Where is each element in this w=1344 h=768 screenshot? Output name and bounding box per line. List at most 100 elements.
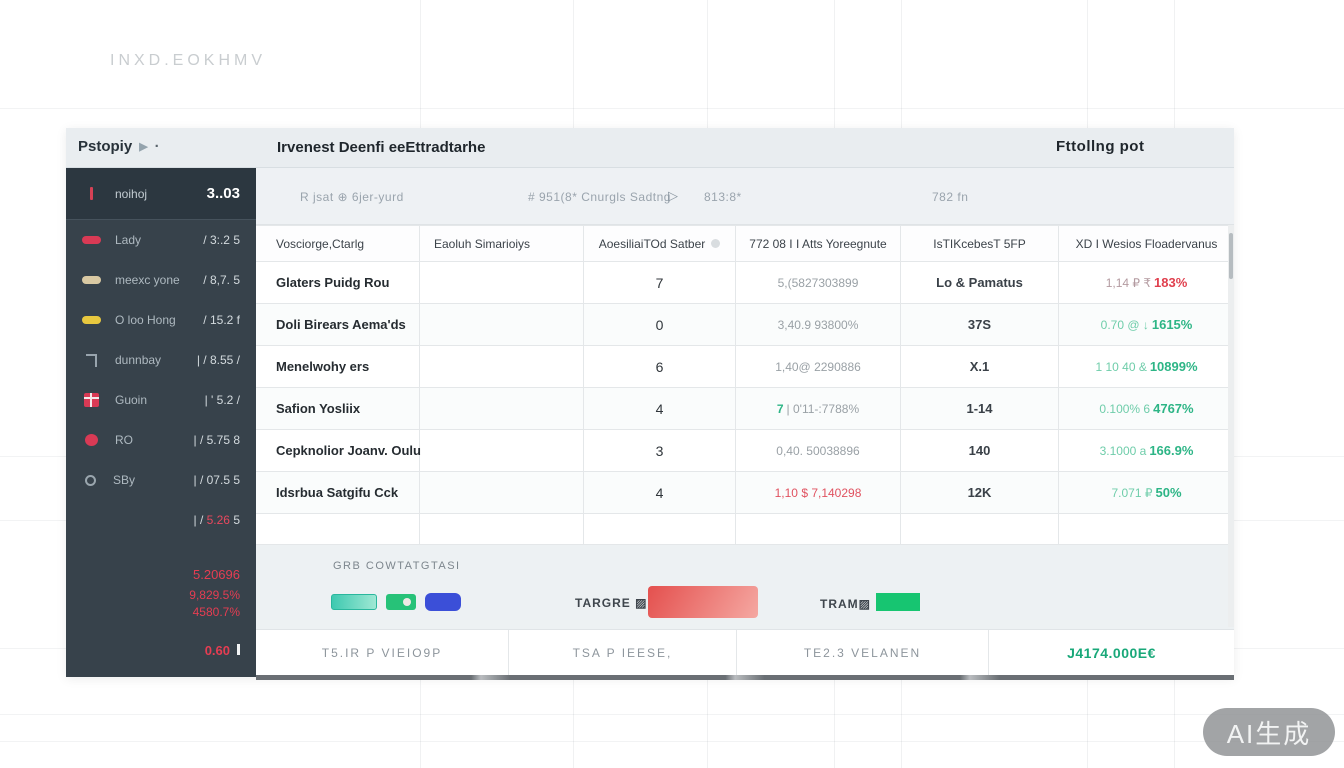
- stat-line: 5.20696: [66, 566, 240, 583]
- sidebar-item-ro[interactable]: RO | / 5.75 8: [66, 420, 256, 460]
- background-watermark: INXD.EOKHMV: [110, 52, 266, 70]
- footer-cell: TSA P IEESE,: [508, 630, 736, 675]
- row-sim: [420, 304, 584, 346]
- sort-icon[interactable]: [711, 239, 720, 248]
- column-header[interactable]: IsTIKcebesT 5FP: [901, 226, 1059, 262]
- row-metric: 0,40. 50038896: [736, 430, 901, 472]
- blue-chip: [425, 593, 461, 611]
- footer-cell: T5.IR P VIEIO9P: [256, 630, 508, 675]
- data-table: Vosciorge,Ctarlg Eaoluh Simarioiys Aoesi…: [256, 225, 1234, 545]
- horizontal-scrollbar[interactable]: [256, 675, 1234, 680]
- sidebar-last-stat: 0.60: [66, 643, 256, 658]
- tram-bar: [876, 593, 920, 611]
- sidebar-item-value: / 3:.2 5: [203, 233, 240, 247]
- row-pct: 0.100% 64767%: [1059, 388, 1234, 430]
- row-pct: 0.70 @ ↓1615%: [1059, 304, 1234, 346]
- vertical-scrollbar[interactable]: [1228, 225, 1234, 627]
- sidebar-item-value: 3..03: [207, 185, 240, 202]
- ai-generated-watermark: AI生成: [1203, 708, 1335, 756]
- row-count: 3: [584, 430, 736, 472]
- cursor-bar: [237, 644, 240, 655]
- sidebar-item-sby[interactable]: SBy | / 07.5 5: [66, 460, 256, 500]
- sidebar-item-dunnbay[interactable]: dunnbay | / 8.55 /: [66, 340, 256, 380]
- row-ref: 12K: [901, 472, 1059, 514]
- green-chip: [386, 594, 416, 610]
- tab-settings[interactable]: # 951(8* Cnurgls Sadtng: [528, 190, 671, 204]
- menu-dot-icon[interactable]: ·: [155, 138, 160, 155]
- sidebar-item-value: | ' 5.2 /: [205, 393, 240, 407]
- play-icon[interactable]: ▶: [139, 140, 147, 153]
- table-row[interactable]: Idsrbua Satgifu Cck 4 1,10 $ 7,140298 12…: [256, 472, 1234, 514]
- sidebar-item-label: noihoj: [115, 187, 197, 201]
- column-header[interactable]: XD I Wesios Floadervanus: [1059, 226, 1234, 262]
- sidebar-item-o-loo-hong[interactable]: O loo Hong / 15.2 f: [66, 300, 256, 340]
- row-name: Glaters Puidg Rou: [256, 262, 420, 304]
- row-pct: 3.1000 a166.9%: [1059, 430, 1234, 472]
- row-sim: [420, 262, 584, 304]
- target-label: TARGRE ▨: [575, 596, 647, 610]
- sidebar-item-value: / 8,7. 5: [203, 273, 240, 287]
- row-pct: 7.071 ₽50%: [1059, 472, 1234, 514]
- row-sim: [420, 472, 584, 514]
- row-metric: 1,10 $ 7,140298: [736, 472, 901, 514]
- app-title: Pstopiy: [78, 138, 132, 155]
- table-row[interactable]: Cepknolior Joanv. Oulu 3 0,40. 50038896 …: [256, 430, 1234, 472]
- stats-label: GRB COWTATGTASI: [333, 560, 461, 572]
- table-header-row: Vosciorge,Ctarlg Eaoluh Simarioiys Aoesi…: [256, 225, 1234, 262]
- column-header[interactable]: 772 08 I I Atts Yoreegnute: [736, 226, 901, 262]
- tab-filter[interactable]: R jsat ⊕ 6jer-yurd: [300, 190, 404, 204]
- sidebar-item-label: O loo Hong: [115, 313, 193, 327]
- red-dot-icon: [85, 434, 98, 446]
- yellow-pill-icon: [82, 316, 101, 324]
- sidebar-item-lady[interactable]: Lady / 3:.2 5: [66, 220, 256, 260]
- row-pct: 1 10 40 &10899%: [1059, 346, 1234, 388]
- sidebar-item-meexc-yone[interactable]: meexc yone / 8,7. 5: [66, 260, 256, 300]
- sidebar-item-label: dunnbay: [115, 353, 187, 367]
- red-bar-icon: [90, 187, 93, 200]
- table-row[interactable]: Safion Yosliix 4 7| 0'11-:7788% 1-14 0.1…: [256, 388, 1234, 430]
- scrollbar-thumb[interactable]: [1229, 233, 1233, 279]
- row-name: Menelwohy ers: [256, 346, 420, 388]
- row-count: 6: [584, 346, 736, 388]
- sidebar-item-value: | / 5.75 8: [194, 433, 240, 447]
- grid-line: [0, 741, 1344, 742]
- row-name: Idsrbua Satgifu Cck: [256, 472, 420, 514]
- row-ref: 140: [901, 430, 1059, 472]
- table-row[interactable]: Glaters Puidg Rou 7 5,(5827303899 Lo & P…: [256, 262, 1234, 304]
- sidebar-item-label: Lady: [115, 233, 193, 247]
- row-metric: 3,40.9 93800%: [736, 304, 901, 346]
- row-name: Cepknolior Joanv. Oulu: [256, 430, 420, 472]
- sidebar-item-noihoj[interactable]: noihoj 3..03: [66, 168, 256, 220]
- row-metric: 1,40@ 2290886: [736, 346, 901, 388]
- stat-line: 9,829.5%: [66, 587, 240, 604]
- red-pill-icon: [82, 236, 101, 244]
- play-outline-icon[interactable]: ▷: [668, 188, 679, 204]
- row-ref: Lo & Pamatus: [901, 262, 1059, 304]
- row-sim: [420, 346, 584, 388]
- column-header[interactable]: Vosciorge,Ctarlg: [256, 226, 420, 262]
- tab-counter[interactable]: 813:8*: [704, 190, 742, 204]
- row-ref: 1-14: [901, 388, 1059, 430]
- row-metric: 7| 0'11-:7788%: [736, 388, 901, 430]
- sidebar-item-label: RO: [115, 433, 184, 447]
- tram-label: TRAM▨: [820, 597, 871, 611]
- legend-chips: [331, 593, 461, 611]
- sidebar-red-stats: 5.20696 9,829.5% 4580.7%: [66, 566, 256, 621]
- sidebar-item-guoin[interactable]: Guoin | ' 5.2 /: [66, 380, 256, 420]
- document-title: Irvenest Deenfi eeEttradtarhe: [277, 139, 485, 156]
- sidebar-item-blank[interactable]: | / 5.26 5: [66, 500, 256, 540]
- row-count: 7: [584, 262, 736, 304]
- row-sim: [420, 388, 584, 430]
- teal-chip: [331, 594, 377, 610]
- bracket-icon: [86, 354, 97, 367]
- column-header[interactable]: AoesiliaiTOd Satber: [584, 226, 736, 262]
- column-header[interactable]: Eaoluh Simarioiys: [420, 226, 584, 262]
- row-name: Safion Yosliix: [256, 388, 420, 430]
- table-row[interactable]: Doli Birears Aema'ds 0 3,40.9 93800% 37S…: [256, 304, 1234, 346]
- title-bar: Pstopiy ▶ · Irvenest Deenfi eeEttradtarh…: [66, 128, 1234, 168]
- app-window: Pstopiy ▶ · Irvenest Deenfi eeEttradtarh…: [66, 128, 1234, 677]
- stat-line: 4580.7%: [66, 604, 240, 621]
- gift-icon: [84, 393, 99, 407]
- row-metric: 5,(5827303899: [736, 262, 901, 304]
- table-row[interactable]: Menelwohy ers 6 1,40@ 2290886 X.1 1 10 4…: [256, 346, 1234, 388]
